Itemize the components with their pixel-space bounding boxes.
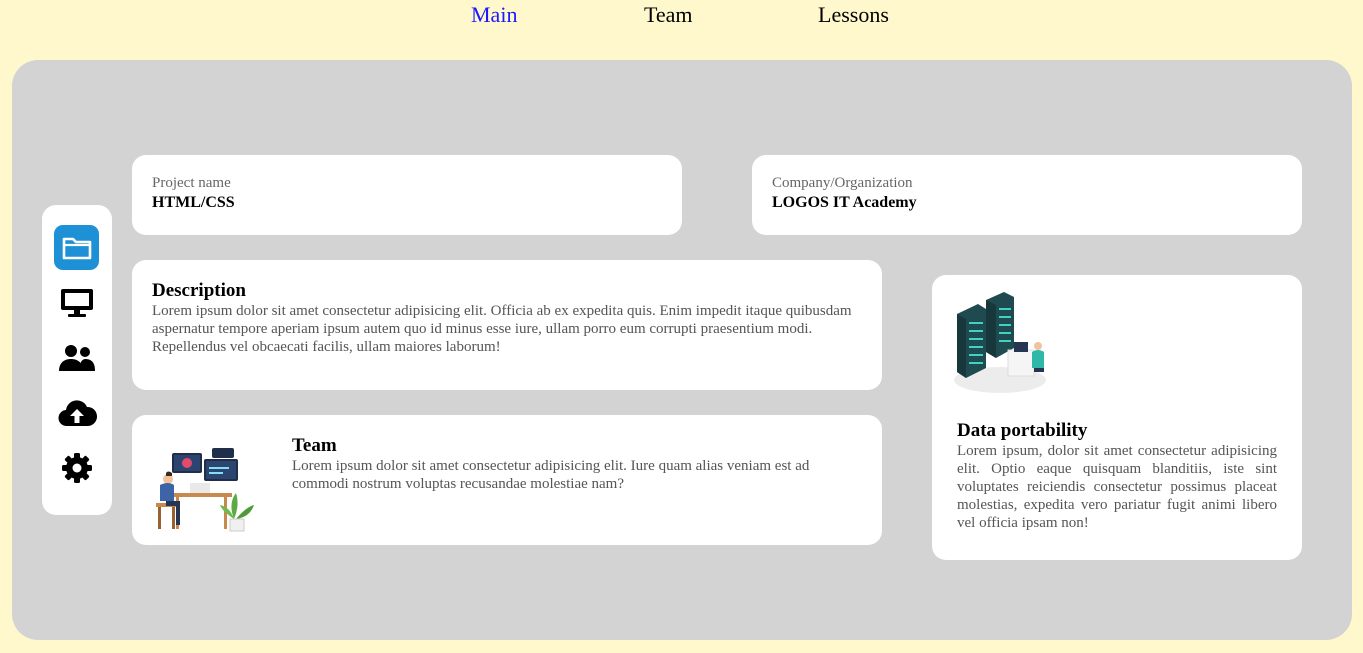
company-card: Company/Organization LOGOS IT Academy — [752, 155, 1302, 235]
top-nav: Main Team Lessons — [0, 0, 1363, 40]
sidebar-item-users[interactable] — [54, 335, 99, 380]
data-card: Data portability Lorem ipsum, dolor sit … — [932, 275, 1302, 560]
data-text: Lorem ipsum, dolor sit amet consectetur … — [957, 443, 1277, 531]
nav-link-lessons[interactable]: Lessons — [818, 2, 889, 28]
gear-icon — [61, 452, 92, 483]
team-title: Team — [292, 435, 337, 456]
team-illustration — [156, 448, 254, 532]
description-title: Description — [152, 280, 246, 301]
company-label: Company/Organization — [772, 175, 913, 191]
cloud-upload-icon — [58, 399, 97, 426]
sidebar — [42, 205, 112, 515]
sidebar-item-cloud-upload[interactable] — [54, 390, 99, 435]
server-illustration — [954, 292, 1046, 393]
company-value: LOGOS IT Academy — [772, 194, 917, 211]
sidebar-item-folder[interactable] — [54, 225, 99, 270]
data-title: Data portability — [957, 420, 1088, 441]
nav-link-team[interactable]: Team — [644, 2, 693, 28]
users-icon — [58, 344, 95, 371]
main-panel: Project name HTML/CSS Company/Organizati… — [12, 60, 1352, 640]
description-text: Lorem ipsum dolor sit amet consectetur a… — [152, 303, 852, 355]
team-text: Lorem ipsum dolor sit amet consectetur a… — [292, 458, 810, 492]
sidebar-item-monitor[interactable] — [54, 280, 99, 325]
project-value: HTML/CSS — [152, 194, 235, 211]
team-card: Team Lorem ipsum dolor sit amet consecte… — [132, 415, 882, 545]
nav-link-main[interactable]: Main — [471, 2, 517, 28]
monitor-icon — [60, 288, 93, 317]
project-label: Project name — [152, 175, 231, 191]
project-card: Project name HTML/CSS — [132, 155, 682, 235]
folder-icon — [62, 237, 91, 259]
sidebar-item-settings[interactable] — [54, 445, 99, 490]
description-card: Description Lorem ipsum dolor sit amet c… — [132, 260, 882, 390]
